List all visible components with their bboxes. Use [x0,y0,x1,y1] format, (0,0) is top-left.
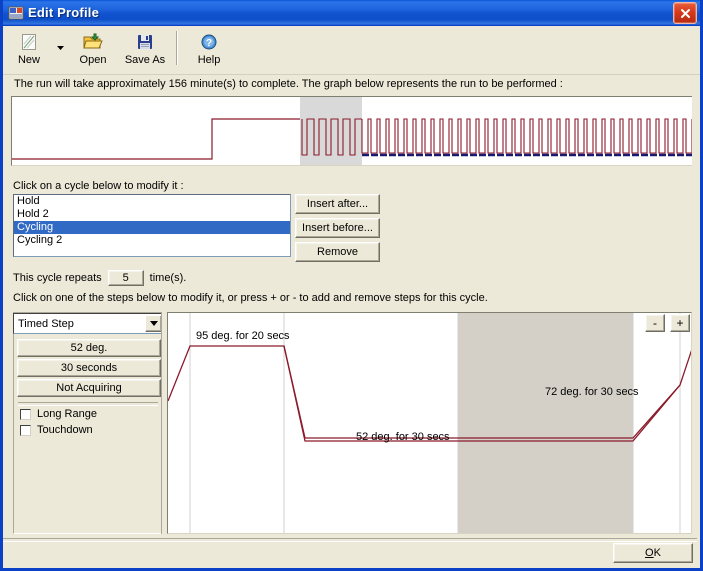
steps-hint-text: Click on one of the steps below to modif… [13,292,488,304]
panel-divider [18,402,158,406]
help-button-label: Help [197,54,221,66]
new-document-icon [19,31,39,53]
insert-after-button[interactable]: Insert after... [295,194,380,214]
new-dropdown-chevron-down-icon[interactable] [55,28,67,68]
remove-step-button[interactable]: - [645,314,665,332]
run-info-text: The run will take approximately 156 minu… [3,75,700,93]
app-root: Edit Profile New Open Save As ? Help The… [0,0,703,571]
list-item[interactable]: Cycling 2 [14,234,290,247]
chevron-down-icon[interactable] [145,315,162,332]
svg-text:?: ? [206,38,212,49]
long-range-checkbox[interactable]: Long Range [20,408,97,420]
list-item[interactable]: Hold [14,195,290,208]
new-button[interactable]: New [3,28,55,66]
step-type-combo[interactable]: Timed Step [13,313,165,334]
checkbox-box[interactable] [20,408,31,420]
save-as-button[interactable]: Save As [119,28,171,66]
list-item[interactable]: Cycling [14,221,290,234]
repeats-input[interactable]: 5 [107,270,144,286]
help-button[interactable]: ? Help [183,28,235,66]
close-icon[interactable] [673,2,697,24]
touchdown-label: Touchdown [37,424,93,436]
touchdown-checkbox[interactable]: Touchdown [20,424,93,436]
step-type-combo-value: Timed Step [18,317,74,330]
step-label-1: 95 deg. for 20 secs [196,330,290,342]
open-button[interactable]: Open [67,28,119,66]
insert-before-button[interactable]: Insert before... [295,218,380,238]
remove-button[interactable]: Remove [295,242,380,262]
help-question-icon: ? [200,31,218,53]
repeats-prefix-label: This cycle repeats [13,272,102,284]
new-button-label: New [17,54,40,66]
step-acquiring-button[interactable]: Not Acquiring [17,379,161,397]
save-as-button-label: Save As [124,54,166,66]
step-duration-button[interactable]: 30 seconds [17,359,161,377]
cycle-repeats-row: This cycle repeats 5 time(s). [13,270,186,286]
step-label-2: 52 deg. for 30 secs [356,431,450,443]
checkbox-box[interactable] [20,424,31,436]
long-range-label: Long Range [37,408,97,420]
add-step-button[interactable]: + [670,314,690,332]
ok-button[interactable]: OK [613,543,693,563]
list-item[interactable]: Hold 2 [14,208,290,221]
floppy-disk-icon [136,31,154,53]
title-bar: Edit Profile [3,0,700,26]
window-title: Edit Profile [28,5,100,20]
cycle-listbox[interactable]: Hold Hold 2 Cycling Cycling 2 [13,194,291,257]
open-folder-icon [83,31,103,53]
footer-divider [3,538,697,542]
step-label-3: 72 deg. for 30 secs [545,386,639,398]
run-overview-graph[interactable] [11,96,692,166]
open-button-label: Open [79,54,107,66]
cycles-prompt: Click on a cycle below to modify it : [13,180,184,192]
repeats-suffix-label: time(s). [149,272,187,284]
toolbar: New Open Save As ? Help [3,26,700,75]
profile-window-icon [8,5,24,21]
toolbar-separator [176,31,178,65]
step-temperature-button[interactable]: 52 deg. [17,339,161,357]
ok-button-label: OK [645,547,661,559]
cycle-step-graph[interactable] [167,312,692,534]
